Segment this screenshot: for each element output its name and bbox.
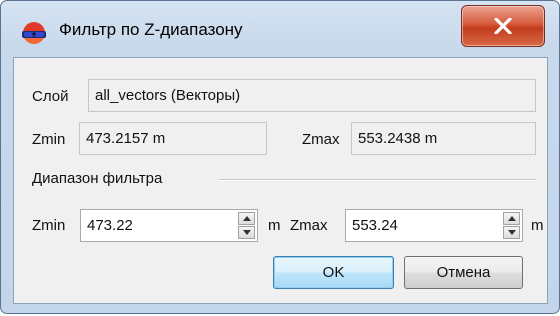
window-title: Фильтр по Z-диапазону: [59, 20, 243, 39]
zmax-increment-button[interactable]: [503, 212, 520, 225]
dialog-window: Фильтр по Z-диапазону Слой all_vectors (…: [0, 0, 560, 314]
filter-zmin-label: Zmin: [32, 217, 66, 234]
current-zmax-field: 553.2438 m: [351, 122, 536, 155]
title-bar[interactable]: Фильтр по Z-диапазону: [1, 1, 559, 57]
layer-label: Слой: [32, 88, 69, 105]
filter-zmax-input[interactable]: [346, 210, 508, 241]
filter-zmax-spin-buttons: [503, 212, 520, 239]
arrow-up-icon: [507, 216, 516, 221]
arrow-down-icon: [507, 230, 516, 235]
filter-zmin-spin-buttons: [238, 212, 255, 239]
zmin-increment-button[interactable]: [238, 212, 255, 225]
current-zmin-field: 473.2157 m: [79, 122, 267, 155]
group-divider: [219, 179, 537, 181]
filter-zmax-spinbox[interactable]: [345, 209, 523, 242]
colored-glasses-icon: [22, 22, 46, 44]
current-zmin-label: Zmin: [32, 131, 66, 148]
zmax-decrement-button[interactable]: [503, 226, 520, 239]
filter-zmin-spinbox[interactable]: [80, 209, 258, 242]
arrow-up-icon: [242, 216, 251, 221]
filter-zmax-label: Zmax: [290, 217, 328, 234]
filter-zmin-input[interactable]: [81, 210, 243, 241]
current-zmax-label: Zmax: [302, 131, 340, 148]
filter-group-label: Диапазон фильтра: [32, 170, 163, 187]
layer-field: all_vectors (Векторы): [88, 79, 536, 112]
arrow-down-icon: [242, 230, 251, 235]
filter-zmin-unit: m: [268, 217, 281, 234]
cancel-button[interactable]: Отмена: [404, 256, 523, 289]
zmin-decrement-button[interactable]: [238, 226, 255, 239]
dialog-body: Слой all_vectors (Векторы) Zmin 473.2157…: [13, 57, 548, 304]
close-button[interactable]: [461, 5, 545, 47]
ok-button[interactable]: OK: [273, 256, 394, 289]
close-x-icon: [494, 18, 512, 34]
filter-zmax-unit: m: [531, 217, 544, 234]
